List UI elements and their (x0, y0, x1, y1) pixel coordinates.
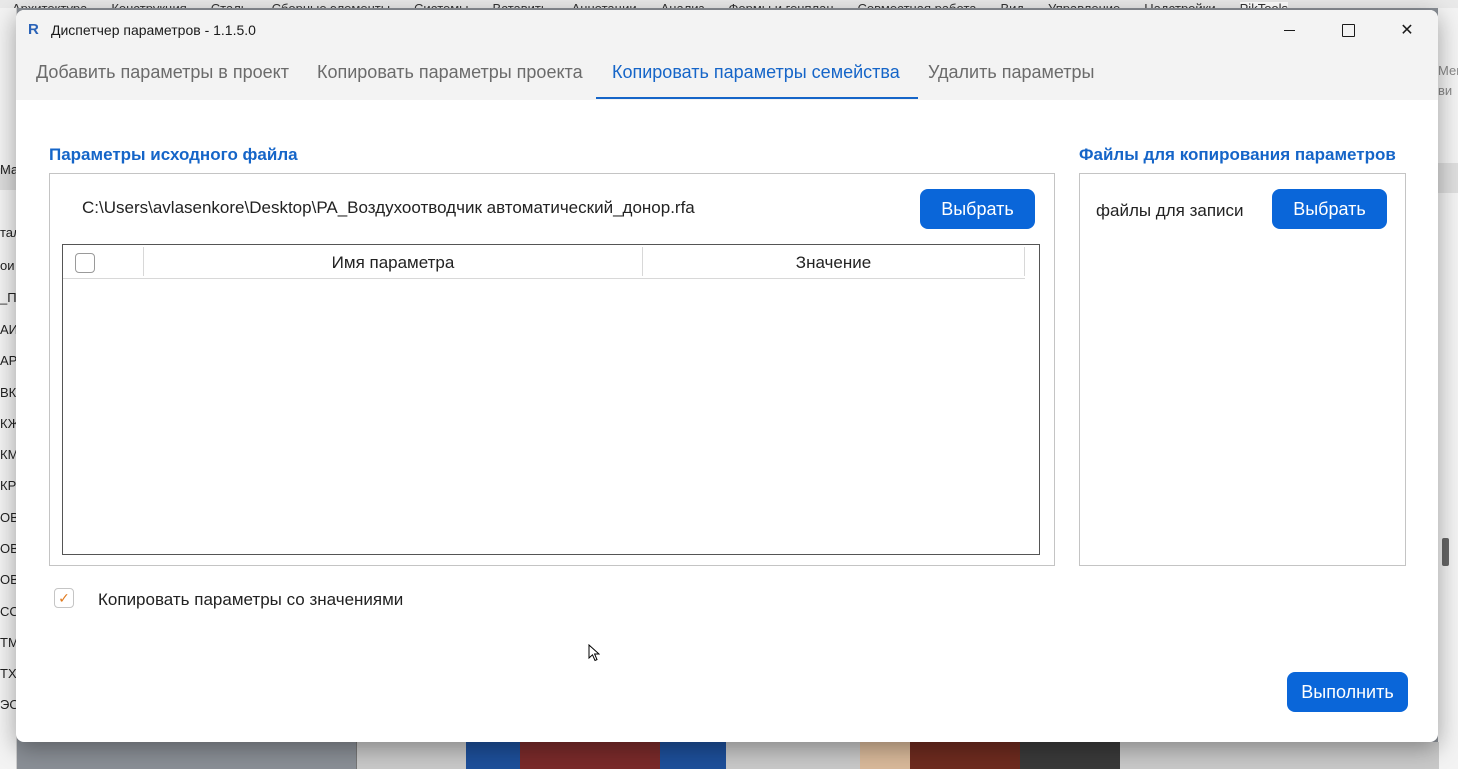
tab-bar: Добавить параметры в проект Копировать п… (16, 50, 1438, 100)
background-browser-item[interactable]: тал (0, 225, 16, 240)
background-browser-item[interactable]: АИ (0, 322, 16, 337)
background-browser-item[interactable]: КР (0, 478, 16, 493)
checkmark-icon: ✓ (58, 589, 70, 606)
background-browser-item[interactable]: ВК (0, 385, 16, 400)
tab-add-parameters-to-project[interactable]: Добавить параметры в проект (36, 62, 289, 83)
source-section-title: Параметры исходного файла (49, 145, 298, 164)
maximize-icon (1341, 23, 1355, 37)
background-browser-item[interactable]: СС (0, 604, 16, 619)
target-files-label: файлы для записи (1096, 201, 1244, 220)
background-view-thumbnail-1-detail (520, 742, 660, 769)
tab-copy-family-parameters[interactable]: Копировать параметры семейства (612, 62, 900, 83)
select-all-checkbox[interactable] (75, 253, 95, 273)
background-browser-item[interactable]: ТХ (0, 666, 16, 681)
background-properties-panel: Мен ви (1438, 8, 1458, 769)
background-ribbon-tab[interactable]: Вид (1000, 2, 1024, 9)
select-source-file-button[interactable]: Выбрать (920, 189, 1035, 229)
revit-app-icon: R (28, 21, 39, 38)
copy-with-values-checkbox[interactable]: ✓ (54, 588, 74, 608)
background-ribbon-tab[interactable]: Сборные элементы (272, 2, 390, 9)
background-ribbon-tab[interactable]: Сталь (211, 2, 248, 9)
background-browser-item[interactable]: АР (0, 353, 16, 368)
window-title: Диспетчер параметров - 1.1.5.0 (51, 22, 256, 38)
background-browser-item[interactable]: ЭО (0, 697, 16, 712)
background-ribbon-tab[interactable]: Архитектура (12, 2, 87, 9)
background-browser-item[interactable]: ОВ (0, 510, 16, 525)
close-icon: ✕ (1400, 22, 1414, 39)
target-section-title: Файлы для копирования параметров (1079, 145, 1396, 164)
background-browser-item[interactable]: КМ (0, 447, 16, 462)
column-header-value[interactable]: Значение (643, 253, 1024, 273)
background-browser-item[interactable]: _П (0, 290, 16, 305)
background-project-browser: Ма тал ои _П АИ АР ВК КЖ КМ КР ОВ ОВ ОВ СС ТМ ТХ ЭО (0, 8, 17, 769)
background-ribbon-tab[interactable]: Системы (414, 2, 468, 9)
tab-copy-project-parameters[interactable]: Копировать параметры проекта (317, 62, 583, 83)
background-ribbon-tab[interactable]: Совместная работа (858, 2, 977, 9)
background-ribbon-tab[interactable]: Анализ (661, 2, 705, 9)
column-header-parameter-name[interactable]: Имя параметра (144, 253, 642, 273)
background-browser-item[interactable]: ОВ (0, 572, 16, 587)
background-ribbon-tab[interactable]: Управление (1048, 2, 1120, 9)
grid-header: Имя параметра Значение (63, 245, 1025, 279)
background-browser-item[interactable]: Ма (0, 162, 16, 177)
background-panel-label: Мен (1438, 63, 1458, 78)
parameter-manager-window: R Диспетчер параметров - 1.1.5.0 ✕ Добав… (16, 10, 1438, 742)
copy-with-values-label[interactable]: Копировать параметры со значениями (98, 590, 403, 610)
title-bar[interactable]: R Диспетчер параметров - 1.1.5.0 ✕ (16, 10, 1438, 50)
select-target-files-button[interactable]: Выбрать (1272, 189, 1387, 229)
background-ribbon: Архитектура Конструкция Сталь Сборные элеме… (0, 0, 1458, 8)
background-ribbon-tab[interactable]: Конструкция (111, 2, 186, 9)
minimize-icon (1283, 29, 1295, 31)
run-button[interactable]: Выполнить (1287, 672, 1408, 712)
background-browser-item[interactable]: ОВ (0, 541, 16, 556)
background-browser-item[interactable]: ои (0, 258, 16, 273)
source-file-path: C:\Users\avlasenkore\Desktop\PA_Воздухоо… (82, 198, 695, 217)
background-scrollbar-thumb[interactable] (1442, 538, 1449, 566)
background-ribbon-tab[interactable]: Аннотации (572, 2, 637, 9)
active-tab-indicator (596, 97, 918, 99)
background-ribbon-tab[interactable]: Надстройки (1144, 2, 1215, 9)
background-view-thumbnail-2-detail (910, 742, 1020, 769)
mouse-cursor-icon (588, 644, 600, 662)
background-panel-label: ви (1438, 83, 1453, 98)
target-files-panel (1079, 173, 1406, 566)
background-panel-header (1438, 163, 1458, 193)
close-button[interactable]: ✕ (1378, 10, 1436, 50)
background-ribbon-tab[interactable]: Формы и генплан (729, 2, 834, 9)
column-separator (1024, 247, 1025, 276)
minimize-button[interactable] (1260, 10, 1318, 50)
maximize-button[interactable] (1319, 10, 1377, 50)
background-browser-item[interactable]: КЖ (0, 416, 16, 431)
background-browser-item[interactable]: ТМ (0, 635, 16, 650)
parameters-grid[interactable]: Имя параметра Значение (62, 244, 1040, 555)
background-ribbon-tab[interactable]: Вставить (493, 2, 548, 9)
background-ribbon-tab[interactable]: PikTools (1239, 2, 1289, 8)
tab-delete-parameters[interactable]: Удалить параметры (928, 62, 1094, 83)
background-view-thumbnail-2-dark (1020, 742, 1120, 769)
